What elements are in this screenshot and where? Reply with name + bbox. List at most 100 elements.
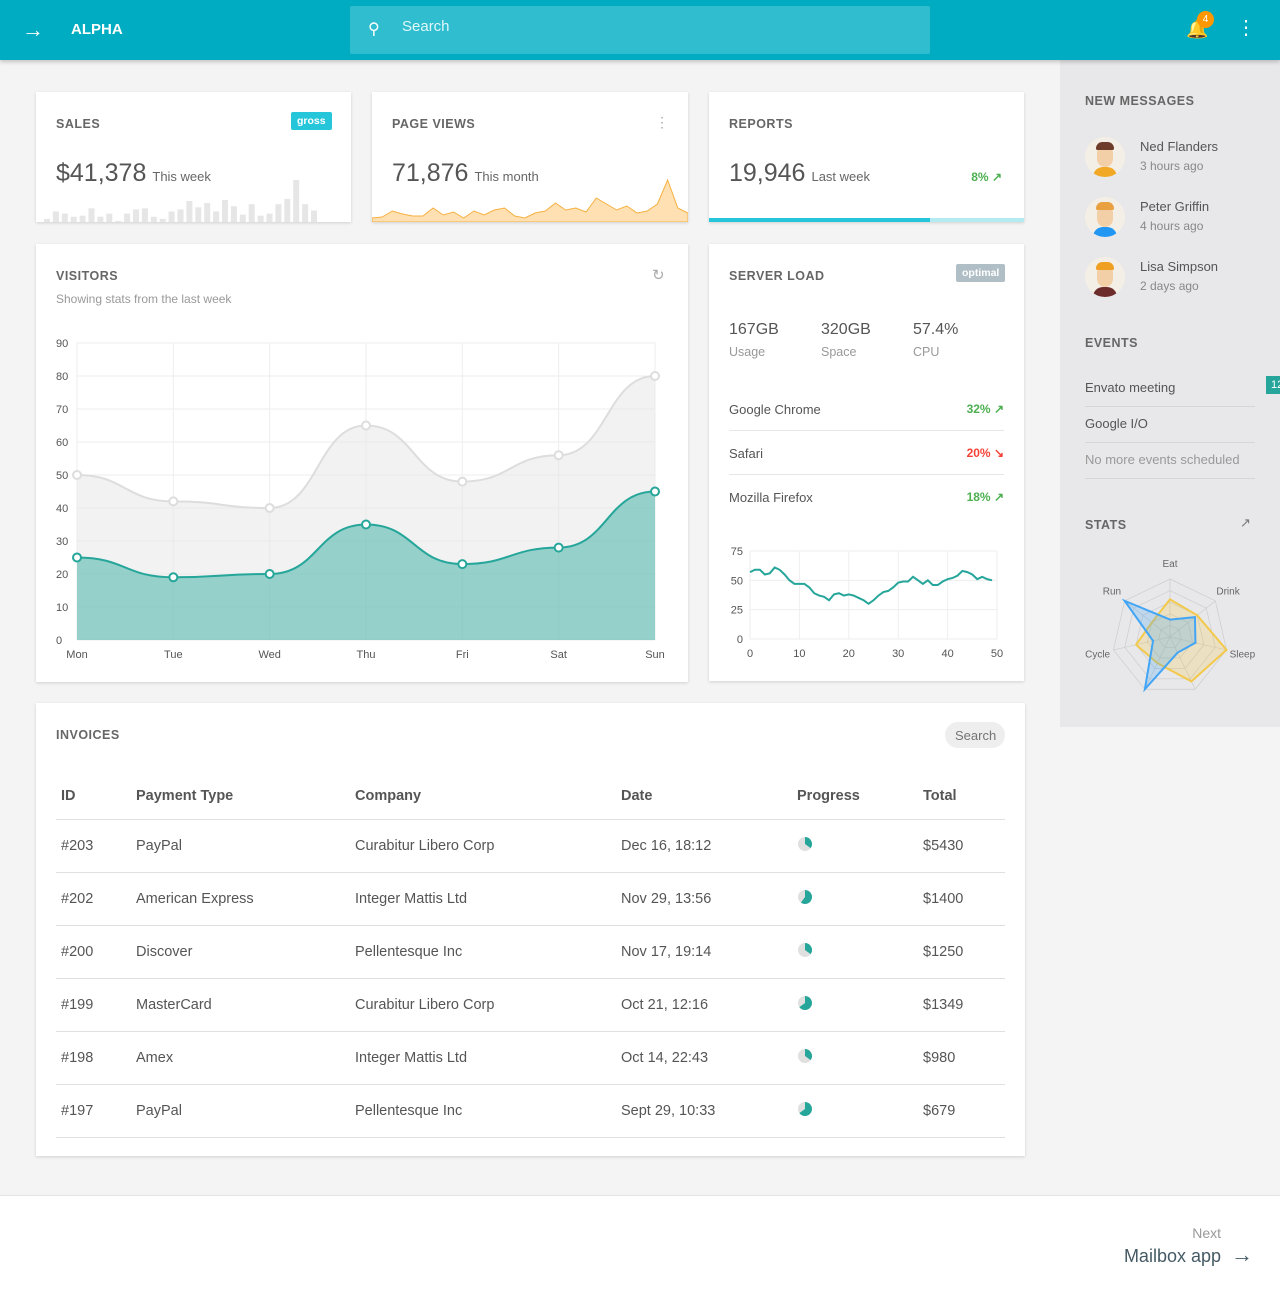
arrow-right-icon[interactable]: → <box>22 17 44 43</box>
data-point <box>72 470 82 480</box>
table-row[interactable]: #197 PayPal Pellentesque Inc Sept 29, 10:33… <box>56 1084 1005 1138</box>
sales-card: SALES gross $41,378 This week <box>36 92 351 222</box>
data-point <box>264 569 275 579</box>
avatar <box>1085 197 1125 237</box>
sales-bar <box>311 210 317 222</box>
event-item[interactable]: Envato meeting 12 <box>1085 371 1280 407</box>
message-time: 4 hours ago <box>1140 219 1204 233</box>
y-tick-label: 50 <box>56 470 68 482</box>
column-header[interactable]: Payment Type <box>131 773 350 820</box>
x-tick-label: Thu <box>357 649 376 661</box>
table-row[interactable]: #203 PayPal Curabitur Libero Corp Dec 16, 1… <box>56 819 1005 873</box>
server-load-card: SERVER LOAD optimal 167GB Usage 320GB Space… <box>709 244 1024 681</box>
reports-progress <box>709 218 1024 222</box>
data-point <box>553 542 564 553</box>
browser-pct: 32% ↗ <box>967 402 1004 416</box>
y-tick-label: 20 <box>56 569 68 581</box>
data-point <box>361 420 371 431</box>
no-events-text: No more events scheduled <box>1085 443 1255 479</box>
sales-bar <box>222 199 228 222</box>
y-tick-label: 80 <box>56 371 68 383</box>
refresh-icon[interactable]: ↻ <box>652 266 665 284</box>
reports-change-value: 8% <box>971 170 989 184</box>
x-tick-label: 30 <box>892 648 904 660</box>
cell-company: Pellentesque Inc <box>350 1084 616 1138</box>
invoice-search-input[interactable] <box>945 722 1005 748</box>
more-vert-icon[interactable]: ⋮ <box>1236 18 1256 38</box>
sales-bar <box>44 218 50 222</box>
sales-bar <box>248 204 255 222</box>
column-header[interactable]: Date <box>616 773 792 820</box>
sales-bar <box>115 220 122 222</box>
events-title: EVENTS <box>1085 336 1139 350</box>
cell-date: Nov 29, 13:56 <box>616 872 792 926</box>
browser-row: Google Chrome 32% ↗ <box>729 387 1004 431</box>
cell-total: $1349 <box>918 978 1005 1032</box>
cell-total: $1400 <box>918 872 1005 926</box>
y-tick-label: 25 <box>731 605 743 617</box>
cell-date: Oct 21, 12:16 <box>616 978 792 1032</box>
cell-type: American Express <box>131 872 350 926</box>
sales-bar <box>70 216 77 222</box>
trending-up-icon[interactable]: ↗ <box>1240 515 1251 531</box>
cell-date: Dec 16, 18:12 <box>616 819 792 873</box>
x-tick-label: 10 <box>793 648 805 660</box>
y-tick-label: 40 <box>56 503 68 515</box>
cell-total: $1250 <box>918 925 1005 979</box>
sales-bar <box>97 216 104 222</box>
gross-badge: gross <box>291 112 332 130</box>
server-stat-label: Space <box>821 345 857 359</box>
cpu-load-line <box>749 566 993 606</box>
right-sidebar: NEW MESSAGES Ned Flanders 3 hours ago Pete… <box>1060 60 1280 727</box>
message-sender: Peter Griffin <box>1140 199 1210 214</box>
y-tick-label: 30 <box>56 536 68 548</box>
event-count-badge: 12 <box>1266 376 1280 394</box>
column-header[interactable]: Total <box>918 773 1005 820</box>
table-row[interactable]: #199 MasterCard Curabitur Libero Corp Oct 2… <box>56 978 1005 1032</box>
server-load-title: SERVER LOAD <box>729 269 825 283</box>
data-point <box>168 496 179 507</box>
top-bar: → ALPHA ⚲ 🔔 4 ⋮ <box>0 0 1280 60</box>
cell-id: #202 <box>56 872 131 926</box>
browser-pct: 20% ↘ <box>967 446 1004 460</box>
column-header[interactable]: ID <box>56 773 131 820</box>
arrow-right-icon[interactable]: → <box>1231 1242 1253 1268</box>
trending-up-icon: ↗ <box>993 402 1004 416</box>
message-sender: Ned Flanders <box>1140 139 1219 154</box>
sales-bar <box>168 211 175 222</box>
cell-type: Discover <box>131 925 350 979</box>
table-row[interactable]: #200 Discover Pellentesque Inc Nov 17, 19:1… <box>56 925 1005 979</box>
cell-date: Sept 29, 10:33 <box>616 1084 792 1138</box>
sales-bar <box>284 198 291 222</box>
reports-card: REPORTS 19,946 Last week 8% ↗ <box>709 92 1024 222</box>
stats-title: STATS <box>1085 518 1127 532</box>
message-sender: Lisa Simpson <box>1140 259 1219 274</box>
y-tick-label: 0 <box>737 634 743 646</box>
table-row[interactable]: #202 American Express Integer Mattis Ltd No… <box>56 872 1005 926</box>
next-page-link[interactable]: Mailbox app <box>1124 1246 1221 1267</box>
x-tick-label: Mon <box>66 649 87 661</box>
table-row[interactable]: #198 Amex Integer Mattis Ltd Oct 14, 22:43 $… <box>56 1031 1005 1085</box>
trending-down-icon: ↘ <box>993 446 1004 460</box>
visitors-subtitle: Showing stats from the last week <box>56 292 232 306</box>
cell-progress <box>792 1084 918 1138</box>
progress-pie <box>798 1101 812 1116</box>
search-bar[interactable]: ⚲ <box>350 6 930 54</box>
message-time: 3 hours ago <box>1140 159 1204 173</box>
sales-bar <box>302 204 309 222</box>
sales-bar <box>257 215 264 222</box>
reports-progress-fill <box>709 218 930 222</box>
cell-progress <box>792 925 918 979</box>
data-point <box>650 371 660 381</box>
column-header[interactable]: Progress <box>792 773 918 820</box>
search-input[interactable] <box>402 18 902 35</box>
column-header[interactable]: Company <box>350 773 616 820</box>
event-item[interactable]: Google I/O <box>1085 407 1255 443</box>
server-stat-label: Usage <box>729 345 766 359</box>
cell-id: #198 <box>56 1031 131 1085</box>
server-stat-value: 320GB <box>821 321 871 338</box>
more-vert-icon[interactable]: ⋮ <box>655 114 669 131</box>
cell-type: PayPal <box>131 819 350 873</box>
data-point <box>457 559 468 570</box>
cell-company: Curabitur Libero Corp <box>350 978 616 1032</box>
